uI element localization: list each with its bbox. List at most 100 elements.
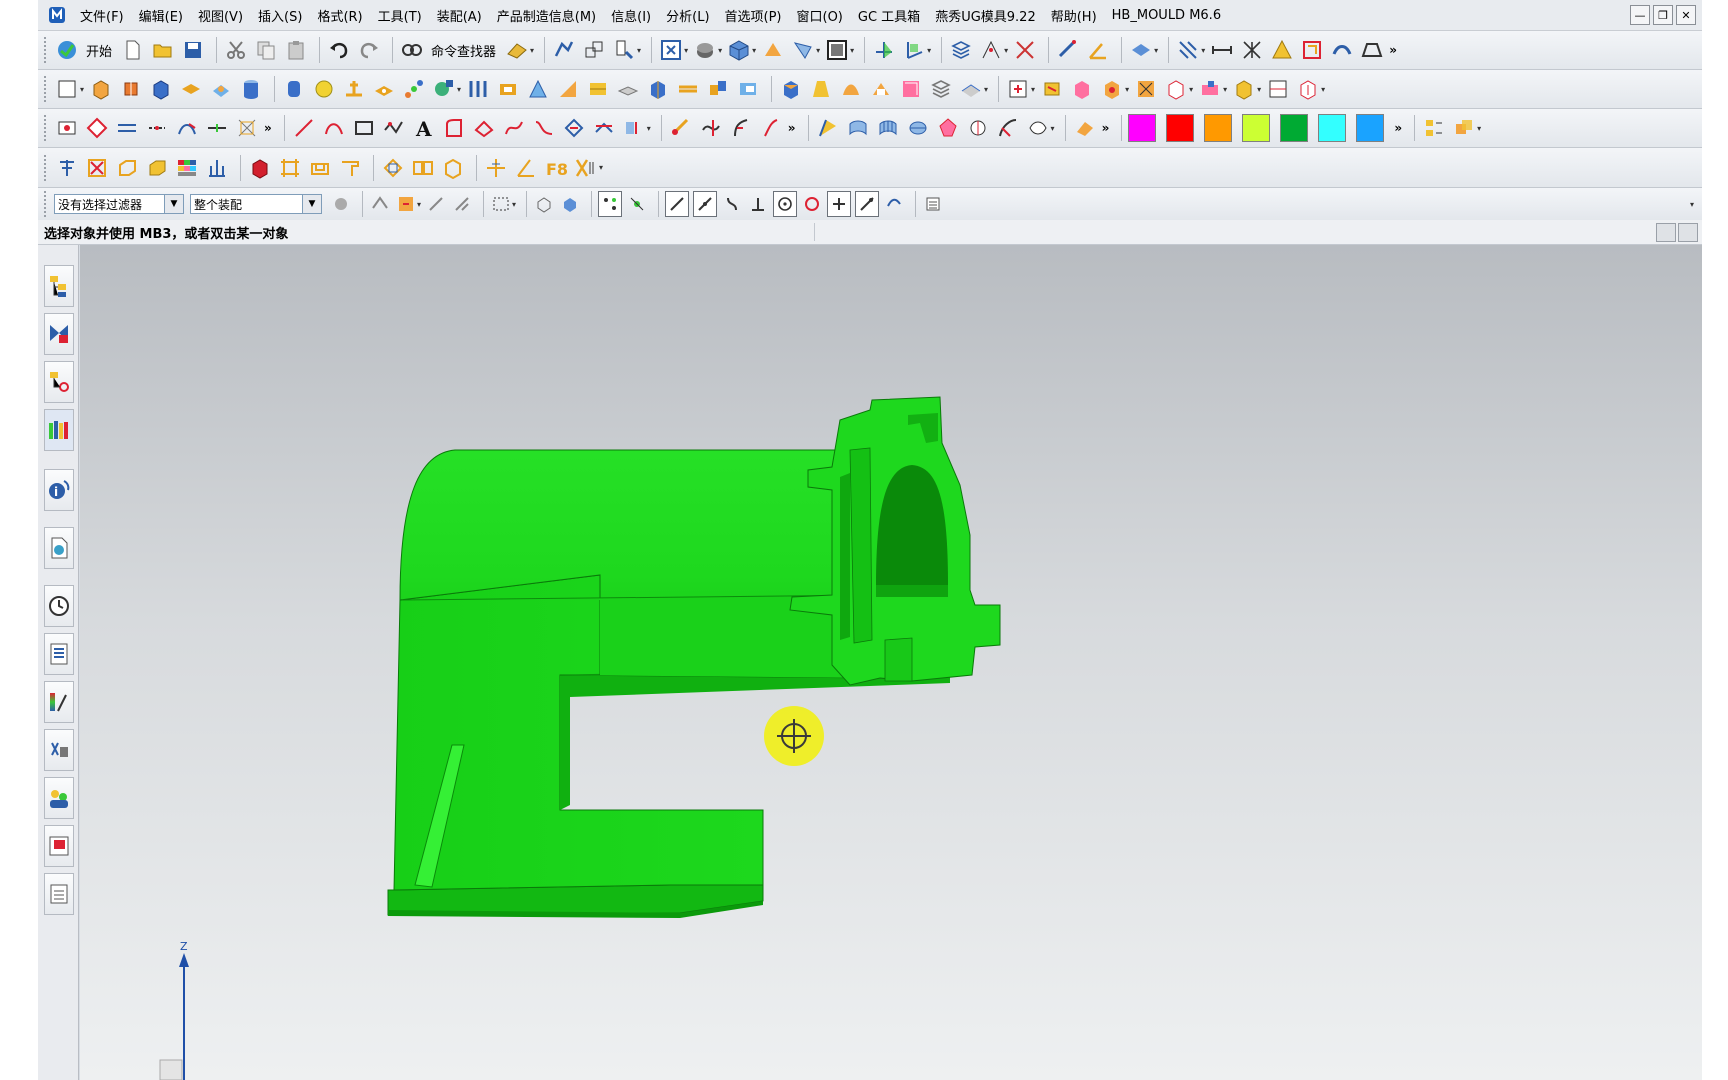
sketch-style-icon[interactable]	[234, 114, 260, 142]
polyline-icon[interactable]	[381, 114, 407, 142]
mold-tool-icon[interactable]	[1039, 75, 1065, 103]
draft-icon[interactable]	[525, 75, 551, 103]
box-solid-icon[interactable]	[144, 154, 170, 182]
color-swatch-blue[interactable]	[1356, 114, 1385, 142]
sketch-icon[interactable]	[54, 75, 80, 103]
offset-curve-icon[interactable]	[501, 114, 527, 142]
trapezoid-icon[interactable]	[1359, 36, 1385, 64]
swept-icon[interactable]	[905, 114, 931, 142]
arc-icon[interactable]	[321, 114, 347, 142]
constraint-icon[interactable]	[144, 114, 170, 142]
select-extend-icon[interactable]	[425, 192, 447, 216]
hole-feature-icon[interactable]	[431, 75, 457, 103]
color-swatch-cyan[interactable]	[1318, 114, 1347, 142]
mold-wizard-icon[interactable]	[1005, 75, 1031, 103]
mold-base-icon[interactable]	[1163, 75, 1189, 103]
constraint-navigator-icon[interactable]	[44, 313, 74, 355]
manufacturing-wizard-icon[interactable]	[44, 873, 74, 915]
wcs-icon[interactable]	[871, 36, 897, 64]
snap-end-icon[interactable]	[665, 191, 690, 217]
menu-insert[interactable]: 插入(S)	[254, 6, 313, 25]
pattern-icon[interactable]	[371, 75, 397, 103]
menu-edit[interactable]: 编辑(E)	[135, 6, 194, 25]
project-curve-icon[interactable]	[561, 114, 587, 142]
open-folder-icon[interactable]	[150, 36, 176, 64]
cut-icon[interactable]	[223, 36, 249, 64]
color-swatch-magenta[interactable]	[1128, 114, 1157, 142]
plate-icon[interactable]	[178, 75, 204, 103]
redo-icon[interactable]	[356, 36, 382, 64]
rectangle-icon[interactable]	[351, 114, 377, 142]
selection-bar-options[interactable]: ▾	[1690, 200, 1694, 209]
mold-cavity-icon[interactable]	[1133, 75, 1159, 103]
toolbar-grip[interactable]	[44, 154, 50, 181]
mold-insert-icon[interactable]	[1069, 75, 1095, 103]
snap-on-curve-icon[interactable]	[721, 192, 743, 216]
toolbar-overflow-3d[interactable]: »	[1394, 121, 1402, 135]
status-fullscreen-icon[interactable]	[1678, 223, 1698, 242]
shell-icon[interactable]	[495, 75, 521, 103]
f8-icon[interactable]: F8	[543, 154, 569, 182]
measure-distance-icon[interactable]	[1055, 36, 1081, 64]
extrude-icon[interactable]	[88, 75, 114, 103]
mold-base-frame-icon[interactable]	[204, 154, 230, 182]
menu-hb-mould[interactable]: HB_MOULD M6.6	[1108, 8, 1232, 23]
snap-arc-center-icon[interactable]	[773, 191, 798, 217]
transform-icon[interactable]	[551, 36, 577, 64]
profile-icon[interactable]	[84, 114, 110, 142]
toolbar-grip[interactable]	[44, 191, 50, 217]
fix-constraint-icon[interactable]	[174, 114, 200, 142]
menu-pmi[interactable]: 产品制造信息(M)	[493, 6, 607, 25]
snap-midpoint-icon[interactable]	[693, 191, 718, 217]
background-icon[interactable]	[760, 36, 786, 64]
snap-endpoint-icon[interactable]	[598, 191, 623, 217]
trim-body-icon[interactable]	[555, 75, 581, 103]
pyramid-icon[interactable]	[1269, 36, 1295, 64]
chevron-down-icon[interactable]: ▼	[164, 195, 183, 213]
toolbar-grip[interactable]	[44, 115, 50, 141]
cylinder-primitive-icon[interactable]	[281, 75, 307, 103]
wrap-icon[interactable]	[838, 75, 864, 103]
layer-settings-icon[interactable]	[948, 36, 974, 64]
point-icon[interactable]	[978, 36, 1004, 64]
snap-point-on-face-icon[interactable]	[855, 191, 880, 217]
text-icon[interactable]: A	[411, 114, 437, 142]
close-button[interactable]: ✕	[1676, 5, 1696, 25]
snap-perpendicular-icon[interactable]	[747, 192, 769, 216]
mold-core-icon[interactable]	[1099, 75, 1125, 103]
sphere-icon[interactable]	[311, 75, 337, 103]
wcs-orient-icon[interactable]	[901, 36, 927, 64]
toolbar-overflow-3b[interactable]: »	[788, 121, 796, 135]
save-icon[interactable]	[180, 36, 206, 64]
restore-button[interactable]: ❐	[1653, 5, 1673, 25]
ruled-surface-icon[interactable]	[845, 114, 871, 142]
snap-quadrant-icon[interactable]	[801, 192, 823, 216]
replace-face-icon[interactable]	[868, 75, 894, 103]
edit-curve-icon[interactable]	[758, 114, 784, 142]
through-mesh-icon[interactable]	[875, 114, 901, 142]
color-swatch-orange[interactable]	[1204, 114, 1233, 142]
divide-curve-icon[interactable]	[728, 114, 754, 142]
box-wire-icon[interactable]	[114, 154, 140, 182]
fit-view-icon[interactable]	[658, 36, 684, 64]
revolve-icon[interactable]	[118, 75, 144, 103]
toolbar-overflow[interactable]: »	[1389, 43, 1397, 57]
snap-control-point-icon[interactable]	[626, 192, 648, 216]
assembly-tree-icon[interactable]	[1421, 114, 1447, 142]
surface-edit-icon[interactable]	[1072, 114, 1098, 142]
tube-icon[interactable]	[465, 75, 491, 103]
select-curve-rule-icon[interactable]	[369, 192, 391, 216]
process-studio-icon[interactable]	[44, 633, 74, 675]
helix-icon[interactable]	[471, 114, 497, 142]
assembly-navigator-icon[interactable]	[44, 265, 74, 307]
red-cube-icon[interactable]	[247, 154, 273, 182]
rectangle-select-icon[interactable]	[490, 192, 512, 216]
snap-icon[interactable]	[1128, 36, 1154, 64]
menu-window[interactable]: 窗口(O)	[793, 6, 854, 25]
menu-format[interactable]: 格式(R)	[313, 6, 373, 25]
toolbar-grip[interactable]	[44, 37, 50, 63]
emboss-icon[interactable]	[898, 75, 924, 103]
insert-pocket-icon[interactable]	[440, 154, 466, 182]
cavity-layout-icon[interactable]	[410, 154, 436, 182]
menu-preferences[interactable]: 首选项(P)	[721, 6, 793, 25]
